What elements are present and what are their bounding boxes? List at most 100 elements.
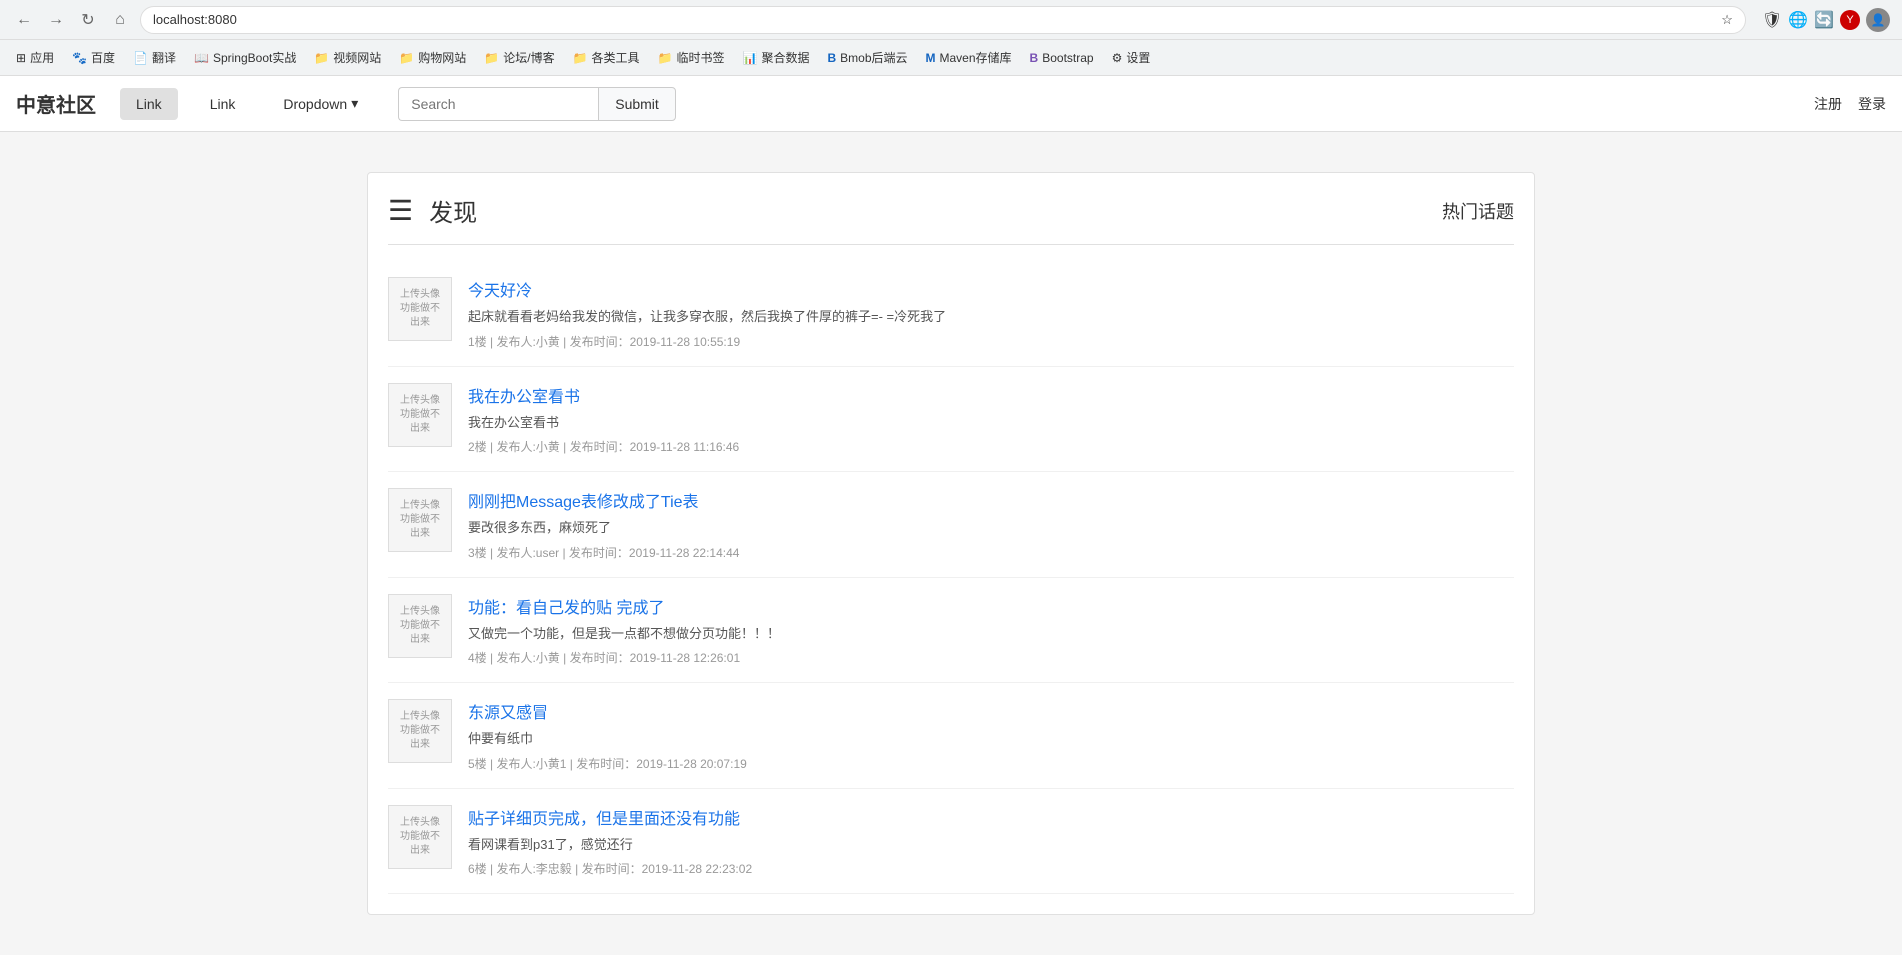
content-area: ☰ 发现 热门话题 上传头像功能做不出来 今天好冷 起床就看看老妈给我发的微信，… bbox=[367, 172, 1535, 915]
address-bar[interactable]: localhost:8080 ☆ bbox=[140, 6, 1746, 34]
bookmark-baidu-label: 百度 bbox=[91, 49, 115, 66]
browser-ext-icons: 🛡 🌐 🔄 Y 👤 bbox=[1762, 8, 1890, 32]
browser-bar: ← → ↻ ⌂ localhost:8080 ☆ 🛡 🌐 🔄 Y 👤 bbox=[0, 0, 1902, 40]
page-title-area: ☰ 发现 bbox=[388, 193, 477, 228]
ext-icon-1[interactable]: 🛡 bbox=[1762, 10, 1782, 30]
ext-icon-3[interactable]: 🔄 bbox=[1814, 10, 1834, 30]
post-summary: 要改很多东西，麻烦死了 bbox=[468, 518, 1514, 538]
avatar: 上传头像功能做不出来 bbox=[388, 594, 452, 658]
dropdown-label: Dropdown bbox=[283, 96, 347, 112]
refresh-button[interactable]: ↻ bbox=[76, 8, 100, 32]
address-bar-icons: ☆ bbox=[1721, 12, 1733, 28]
nav-link-2[interactable]: Link bbox=[194, 88, 252, 120]
post-content: 贴子详细页完成，但是里面还没有功能 看网课看到p31了，感觉还行 6楼 | 发布… bbox=[468, 805, 1514, 878]
page-header: ☰ 发现 热门话题 bbox=[388, 193, 1514, 228]
bookmark-shop-label: 购物网站 bbox=[418, 49, 466, 66]
login-link[interactable]: 登录 bbox=[1858, 94, 1886, 114]
avatar: 上传头像功能做不出来 bbox=[388, 383, 452, 447]
bookmark-translate[interactable]: 📄 翻译 bbox=[125, 45, 184, 70]
table-row: 上传头像功能做不出来 功能：看自己发的贴 完成了 又做完一个功能，但是我一点都不… bbox=[388, 578, 1514, 684]
navbar-right: 注册 登录 bbox=[1814, 94, 1886, 114]
bookmark-video[interactable]: 📁 视频网站 bbox=[306, 45, 389, 70]
home-button[interactable]: ⌂ bbox=[108, 8, 132, 32]
back-button[interactable]: ← bbox=[12, 8, 36, 32]
post-summary: 又做完一个功能，但是我一点都不想做分页功能！！！ bbox=[468, 624, 1514, 644]
post-meta: 3楼 | 发布人:user | 发布时间：2019-11-28 22:14:44 bbox=[468, 544, 1514, 561]
avatar: 上传头像功能做不出来 bbox=[388, 277, 452, 341]
maven-icon: M bbox=[926, 51, 936, 65]
video-icon: 📁 bbox=[314, 51, 329, 65]
avatar: 上传头像功能做不出来 bbox=[388, 488, 452, 552]
hot-topics-title: 热门话题 bbox=[1442, 198, 1514, 224]
bmob-icon: B bbox=[827, 51, 836, 65]
post-content: 功能：看自己发的贴 完成了 又做完一个功能，但是我一点都不想做分页功能！！！ 4… bbox=[468, 594, 1514, 667]
avatar: 上传头像功能做不出来 bbox=[388, 805, 452, 869]
bookmarks-bar: ⊞ 应用 🐾 百度 📄 翻译 📖 SpringBoot实战 📁 视频网站 📁 购… bbox=[0, 40, 1902, 76]
bookmark-bmob[interactable]: B Bmob后端云 bbox=[819, 45, 915, 70]
bookmark-bootstrap[interactable]: B Bootstrap bbox=[1022, 47, 1102, 69]
apps-icon: ⊞ bbox=[16, 51, 26, 65]
post-content: 今天好冷 起床就看看老妈给我发的微信，让我多穿衣服，然后我换了件厚的裤子=- =… bbox=[468, 277, 1514, 350]
post-title[interactable]: 刚刚把Message表修改成了Tie表 bbox=[468, 488, 1514, 512]
post-meta: 4楼 | 发布人:小黄 | 发布时间：2019-11-28 12:26:01 bbox=[468, 649, 1514, 666]
bookmark-forum-label: 论坛/博客 bbox=[503, 49, 554, 66]
bookmark-star-icon[interactable]: ☆ bbox=[1721, 12, 1733, 28]
table-row: 上传头像功能做不出来 刚刚把Message表修改成了Tie表 要改很多东西，麻烦… bbox=[388, 472, 1514, 578]
bookmark-temp[interactable]: 📁 临时书签 bbox=[650, 45, 733, 70]
bookmark-tools[interactable]: 📁 各类工具 bbox=[565, 45, 648, 70]
juhe-icon: 📊 bbox=[743, 51, 758, 65]
shop-icon: 📁 bbox=[399, 51, 414, 65]
forward-button[interactable]: → bbox=[44, 8, 68, 32]
bookmark-forum[interactable]: 📁 论坛/博客 bbox=[476, 45, 562, 70]
post-meta: 5楼 | 发布人:小黄1 | 发布时间：2019-11-28 20:07:19 bbox=[468, 755, 1514, 772]
baidu-icon: 🐾 bbox=[72, 51, 87, 65]
bookmark-shop[interactable]: 📁 购物网站 bbox=[391, 45, 474, 70]
post-summary: 我在办公室看书 bbox=[468, 413, 1514, 433]
list-icon: ☰ bbox=[388, 197, 413, 225]
nav-dropdown[interactable]: Dropdown ▾ bbox=[267, 87, 374, 120]
bookmark-tools-label: 各类工具 bbox=[592, 49, 640, 66]
url-text: localhost:8080 bbox=[153, 12, 237, 27]
ext-icon-4[interactable]: Y bbox=[1840, 10, 1860, 30]
table-row: 上传头像功能做不出来 贴子详细页完成，但是里面还没有功能 看网课看到p31了，感… bbox=[388, 789, 1514, 895]
bookmark-springboot-label: SpringBoot实战 bbox=[213, 49, 296, 66]
forum-icon: 📁 bbox=[484, 51, 499, 65]
bookmark-springboot[interactable]: 📖 SpringBoot实战 bbox=[186, 45, 304, 70]
nav-link-1[interactable]: Link bbox=[120, 88, 178, 120]
register-link[interactable]: 注册 bbox=[1814, 94, 1842, 114]
post-content: 我在办公室看书 我在办公室看书 2楼 | 发布人:小黄 | 发布时间：2019-… bbox=[468, 383, 1514, 456]
settings-icon: ⚙ bbox=[1112, 51, 1123, 65]
post-meta: 1楼 | 发布人:小黄 | 发布时间：2019-11-28 10:55:19 bbox=[468, 333, 1514, 350]
search-button[interactable]: Submit bbox=[598, 87, 676, 121]
post-title[interactable]: 贴子详细页完成，但是里面还没有功能 bbox=[468, 805, 1514, 829]
bookmark-temp-label: 临时书签 bbox=[677, 49, 725, 66]
bookmark-bmob-label: Bmob后端云 bbox=[840, 49, 907, 66]
bookmark-bootstrap-label: Bootstrap bbox=[1042, 51, 1093, 65]
post-title[interactable]: 我在办公室看书 bbox=[468, 383, 1514, 407]
bookmark-apps-label: 应用 bbox=[30, 49, 54, 66]
navbar: 中意社区 Link Link Dropdown ▾ Submit 注册 登录 bbox=[0, 76, 1902, 132]
post-list: 上传头像功能做不出来 今天好冷 起床就看看老妈给我发的微信，让我多穿衣服，然后我… bbox=[388, 261, 1514, 894]
bookmark-apps[interactable]: ⊞ 应用 bbox=[8, 45, 62, 70]
translate-icon: 📄 bbox=[133, 51, 148, 65]
search-input[interactable] bbox=[398, 87, 598, 121]
navbar-brand[interactable]: 中意社区 bbox=[16, 89, 96, 118]
post-content: 东源又感冒 仲要有纸巾 5楼 | 发布人:小黄1 | 发布时间：2019-11-… bbox=[468, 699, 1514, 772]
post-meta: 6楼 | 发布人:李忠毅 | 发布时间：2019-11-28 22:23:02 bbox=[468, 860, 1514, 877]
bookmark-baidu[interactable]: 🐾 百度 bbox=[64, 45, 123, 70]
divider bbox=[388, 244, 1514, 245]
user-avatar-icon[interactable]: 👤 bbox=[1866, 8, 1890, 32]
ext-icon-2[interactable]: 🌐 bbox=[1788, 10, 1808, 30]
page-title: 发现 bbox=[429, 193, 477, 228]
bookmark-juhe[interactable]: 📊 聚合数据 bbox=[735, 45, 818, 70]
bookmark-settings[interactable]: ⚙ 设置 bbox=[1104, 45, 1159, 70]
search-form: Submit bbox=[398, 87, 676, 121]
bookmark-maven-label: Maven存储库 bbox=[940, 49, 1012, 66]
bootstrap-icon: B bbox=[1030, 51, 1039, 65]
springboot-icon: 📖 bbox=[194, 51, 209, 65]
post-title[interactable]: 东源又感冒 bbox=[468, 699, 1514, 723]
post-title[interactable]: 今天好冷 bbox=[468, 277, 1514, 301]
bookmark-maven[interactable]: M Maven存储库 bbox=[918, 45, 1020, 70]
post-title[interactable]: 功能：看自己发的贴 完成了 bbox=[468, 594, 1514, 618]
bookmark-video-label: 视频网站 bbox=[333, 49, 381, 66]
